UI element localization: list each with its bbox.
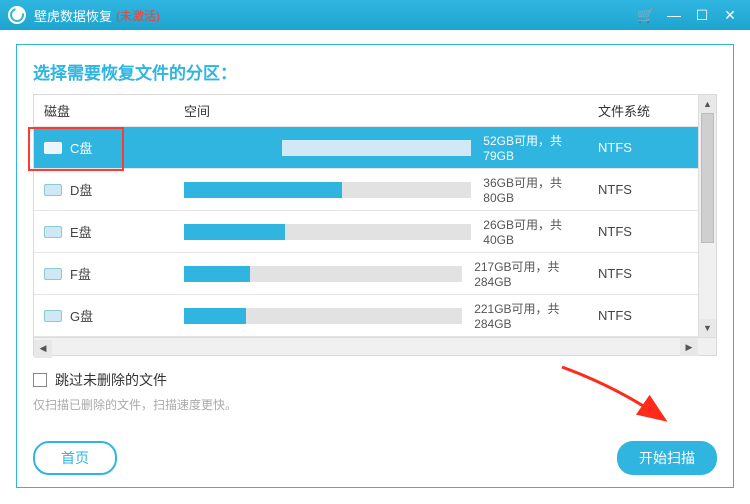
- not-activated-label[interactable]: (未激活): [116, 7, 160, 24]
- disk-icon: [44, 184, 62, 196]
- vertical-scrollbar[interactable]: ▲ ▼: [698, 95, 716, 337]
- page-heading: 选择需要恢复文件的分区：: [33, 59, 717, 84]
- skip-hint: 仅扫描已删除的文件，扫描速度更快。: [33, 396, 717, 413]
- table-row[interactable]: F盘 217GB可用，共284GBNTFS: [34, 253, 698, 295]
- skip-checkbox[interactable]: [33, 373, 47, 387]
- usage-bar: [184, 140, 471, 156]
- table-header: 磁盘 空间 文件系统: [34, 95, 716, 127]
- space-text: 36GB可用，共80GB: [483, 174, 588, 205]
- usage-bar: [184, 266, 462, 282]
- col-fs-header[interactable]: 文件系统: [588, 101, 698, 120]
- maximize-button[interactable]: ☐: [690, 3, 714, 27]
- close-button[interactable]: ✕: [718, 3, 742, 27]
- app-logo-icon: [8, 6, 26, 24]
- space-text: 26GB可用，共40GB: [483, 216, 588, 247]
- partition-table: 磁盘 空间 文件系统 C盘52GB可用，共79GBNTFSD盘36GB可用，共8…: [33, 94, 717, 356]
- table-row[interactable]: E盘 26GB可用，共40GBNTFS: [34, 211, 698, 253]
- usage-bar: [184, 182, 471, 198]
- space-text: 221GB可用，共284GB: [474, 300, 588, 331]
- skip-deleted-option[interactable]: 跳过未删除的文件: [33, 370, 717, 390]
- scroll-right-icon[interactable]: ▶: [680, 338, 698, 356]
- usage-bar: [184, 308, 462, 324]
- cart-icon[interactable]: 🛒: [634, 3, 658, 27]
- col-space-header[interactable]: 空间: [174, 101, 588, 120]
- fs-label: NTFS: [588, 140, 698, 155]
- bottom-bar: 首页 开始扫描: [33, 441, 717, 475]
- horizontal-scrollbar[interactable]: ◀ ▶: [34, 337, 716, 355]
- disk-name: F盘: [70, 264, 91, 283]
- main-panel: 选择需要恢复文件的分区： 磁盘 空间 文件系统 C盘52GB可用，共79GBNT…: [16, 44, 734, 488]
- space-text: 217GB可用，共284GB: [474, 258, 588, 289]
- table-row[interactable]: G盘 221GB可用，共284GBNTFS: [34, 295, 698, 337]
- scroll-up-icon[interactable]: ▲: [699, 95, 716, 113]
- scroll-thumb[interactable]: [701, 113, 714, 243]
- disk-icon: [44, 142, 62, 154]
- disk-name: E盘: [70, 222, 92, 241]
- table-row[interactable]: C盘 52GB可用，共79GBNTFS: [34, 127, 698, 169]
- disk-icon: [44, 226, 62, 238]
- titlebar: 壁虎数据恢复 (未激活) 🛒 — ☐ ✕: [0, 0, 750, 30]
- app-title: 壁虎数据恢复: [34, 6, 112, 25]
- table-body: C盘52GB可用，共79GBNTFSD盘36GB可用，共80GBNTFSE盘26…: [34, 127, 716, 337]
- scroll-down-icon[interactable]: ▼: [699, 319, 716, 337]
- skip-label: 跳过未删除的文件: [55, 370, 167, 390]
- table-row[interactable]: D盘 36GB可用，共80GBNTFS: [34, 169, 698, 211]
- home-button[interactable]: 首页: [33, 441, 117, 475]
- disk-icon: [44, 268, 62, 280]
- minimize-button[interactable]: —: [662, 3, 686, 27]
- fs-label: NTFS: [588, 224, 698, 239]
- col-disk-header[interactable]: 磁盘: [34, 101, 174, 120]
- usage-bar: [184, 224, 471, 240]
- fs-label: NTFS: [588, 266, 698, 281]
- scroll-left-icon[interactable]: ◀: [34, 340, 52, 358]
- fs-label: NTFS: [588, 182, 698, 197]
- space-text: 52GB可用，共79GB: [483, 132, 588, 163]
- fs-label: NTFS: [588, 308, 698, 323]
- disk-name: C盘: [70, 138, 92, 157]
- start-scan-button[interactable]: 开始扫描: [617, 441, 717, 475]
- disk-name: G盘: [70, 306, 93, 325]
- disk-icon: [44, 310, 62, 322]
- disk-name: D盘: [70, 180, 92, 199]
